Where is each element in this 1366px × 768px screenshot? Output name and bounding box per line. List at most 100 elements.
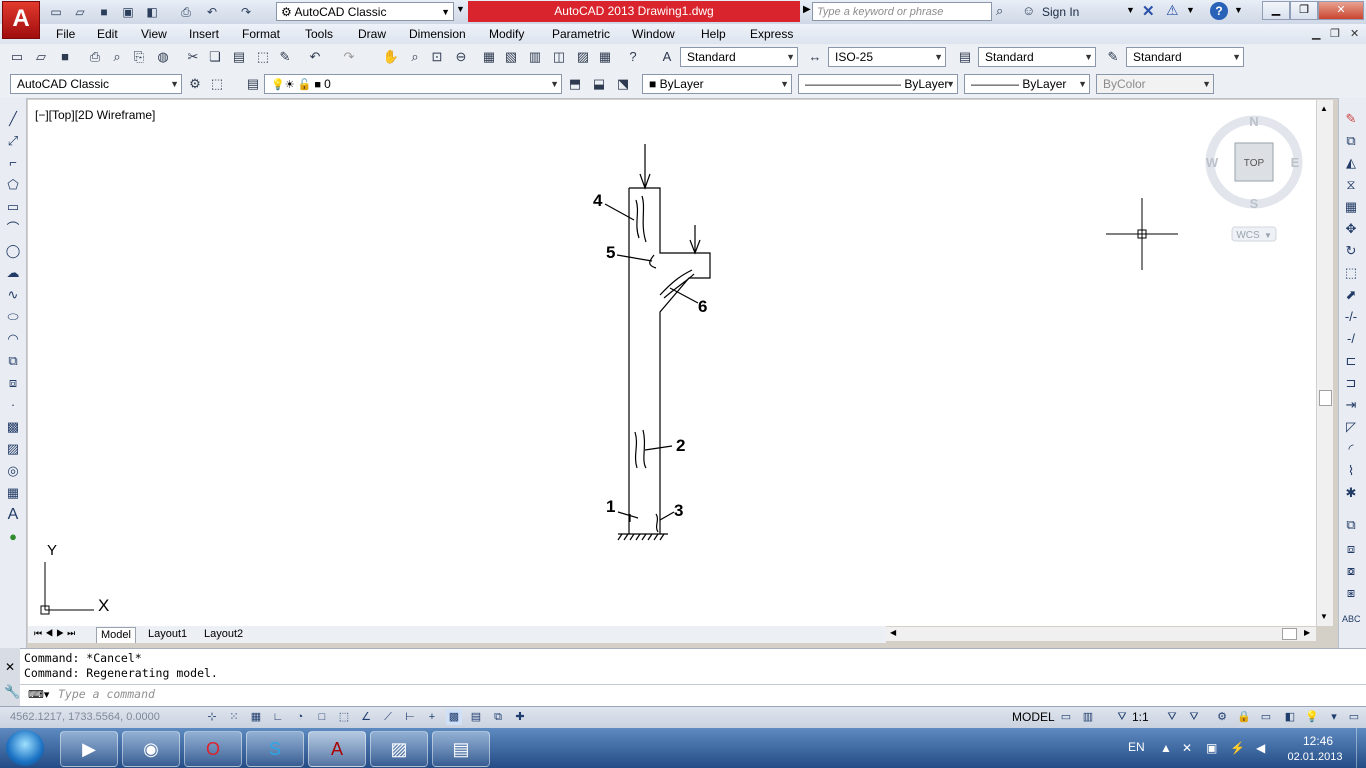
object-snap-tracking-icon[interactable]: ∠	[358, 709, 374, 725]
isolate-objects-icon[interactable]: ◧	[1282, 709, 1298, 725]
scroll-right-icon[interactable]: ▶	[1304, 628, 1310, 637]
make-block-icon[interactable]: ⧈	[4, 374, 22, 392]
save-file-icon[interactable]: ■	[56, 48, 74, 66]
window-app-icon[interactable]: ▤	[432, 731, 490, 767]
connect-chevron-icon[interactable]: ▼	[1186, 5, 1195, 15]
opera-icon[interactable]: O	[184, 731, 242, 767]
menu-express[interactable]: Express	[750, 26, 793, 42]
menu-help[interactable]: Help	[701, 26, 726, 42]
compass-south[interactable]: S	[1250, 196, 1259, 211]
markup-icon[interactable]: ▨	[574, 48, 592, 66]
close-button[interactable]: ✕	[1318, 1, 1364, 20]
polar-tracking-icon[interactable]: ◔	[292, 709, 308, 725]
viewcube[interactable]: TOP N S E W WCS ▼	[1198, 110, 1310, 250]
menu-draw[interactable]: Draw	[358, 26, 386, 42]
open-file-icon[interactable]: ▱	[32, 48, 50, 66]
qat-dropdown-icon[interactable]: ▼	[456, 4, 465, 14]
scroll-down-icon[interactable]: ▼	[1320, 612, 1328, 621]
media-player-icon[interactable]: ▶	[60, 731, 118, 767]
label-4[interactable]: 4	[593, 191, 603, 210]
auto-scale-icon[interactable]: ⛛	[1186, 709, 1202, 725]
polygon-icon[interactable]: ⬠	[4, 176, 22, 194]
sheet-set-icon[interactable]: ◫	[550, 48, 568, 66]
start-button[interactable]	[6, 730, 44, 766]
menu-window[interactable]: Window	[632, 26, 675, 42]
compass-west[interactable]: W	[1206, 155, 1219, 170]
compass-north[interactable]: N	[1249, 114, 1258, 129]
gradient-icon[interactable]: ▨	[4, 440, 22, 458]
vertical-scroll-thumb[interactable]	[1319, 390, 1332, 406]
linetype-select[interactable]: ———————— ByLayer ▼	[798, 74, 958, 94]
label-3[interactable]: 3	[674, 501, 683, 520]
offset-icon[interactable]: ⧖	[1342, 176, 1360, 194]
dimension-style-icon[interactable]: ↔	[806, 48, 824, 66]
qnew-icon[interactable]: ▭	[8, 48, 26, 66]
print-preview-icon[interactable]: ⌕	[108, 48, 126, 66]
lightbulb-icon[interactable]: 💡	[1304, 709, 1320, 725]
trim-icon[interactable]: -/-	[1342, 308, 1360, 326]
firefox-icon[interactable]: ◉	[122, 731, 180, 767]
layer-states-icon[interactable]: ⬔	[614, 75, 632, 93]
3d-print-icon[interactable]: ◍	[154, 48, 172, 66]
hatch-icon[interactable]: ▩	[4, 418, 22, 436]
tray-app-icon[interactable]: ▣	[1206, 741, 1217, 755]
volume-icon[interactable]: ◀	[1256, 741, 1265, 755]
menu-view[interactable]: View	[141, 26, 167, 42]
label-1[interactable]: 1	[606, 497, 615, 516]
polyline-icon[interactable]: ⌐	[4, 154, 22, 172]
workspace-switching-icon[interactable]: ⚙	[1214, 709, 1230, 725]
multileader-style-icon[interactable]: ✎	[1104, 48, 1122, 66]
dynamic-ucs-icon[interactable]: ⟋	[380, 709, 396, 725]
crack-6[interactable]	[659, 269, 695, 299]
extend-icon[interactable]: -/	[1342, 330, 1360, 348]
exchange-icon[interactable]: ✕	[1142, 2, 1155, 20]
scale-icon[interactable]: ⬚	[1342, 264, 1360, 282]
layer-properties-icon[interactable]: ▤	[244, 75, 262, 93]
sign-in-chevron-icon[interactable]: ▼	[1126, 5, 1135, 15]
properties-icon[interactable]: ▦	[480, 48, 498, 66]
publish-icon[interactable]: ⎘	[130, 48, 148, 66]
match-properties-icon[interactable]: ⬚	[254, 48, 272, 66]
spline-icon[interactable]: ∿	[4, 286, 22, 304]
zoom-previous-icon[interactable]: ⊖	[452, 48, 470, 66]
wrench-icon[interactable]: 🔧	[4, 684, 20, 700]
menu-format[interactable]: Format	[242, 26, 280, 42]
annotation-scale-icon[interactable]: ⛛	[1114, 709, 1130, 725]
fillet-icon[interactable]: ◜	[1342, 440, 1360, 458]
stay-connected-icon[interactable]: ⚠	[1166, 2, 1179, 19]
help-toolbar-icon[interactable]: ?	[624, 48, 642, 66]
add-selected-icon[interactable]: ●	[4, 528, 22, 546]
blend-curves-icon[interactable]: ⌇	[1342, 462, 1360, 480]
block-editor-icon[interactable]: ✎	[276, 48, 294, 66]
dimension-style-select[interactable]: ISO-25 ▼	[828, 47, 946, 67]
redo-icon[interactable]: ↷	[236, 3, 256, 22]
language-indicator[interactable]: EN	[1128, 740, 1145, 754]
abc-text-icon[interactable]: ABC	[1342, 610, 1361, 628]
column-outline-right[interactable]	[629, 187, 711, 534]
search-input[interactable]: Type a keyword or phrase	[812, 2, 992, 21]
draw-order-icon[interactable]: ⧉	[1342, 516, 1360, 534]
table-style-select[interactable]: Standard ▼	[978, 47, 1096, 67]
doc-restore-button[interactable]: ❐	[1330, 27, 1340, 40]
rotate-icon[interactable]: ↻	[1342, 242, 1360, 260]
explode-icon[interactable]: ✱	[1342, 484, 1360, 502]
copy-icon[interactable]: ❏	[206, 48, 224, 66]
break-at-point-icon[interactable]: ⊏	[1342, 352, 1360, 370]
revision-cloud-icon[interactable]: ☁	[4, 264, 22, 282]
menu-tools[interactable]: Tools	[305, 26, 333, 42]
design-center-icon[interactable]: ▧	[502, 48, 520, 66]
command-window-handle[interactable]: ✕ 🔧	[0, 648, 20, 706]
infer-constraints-icon[interactable]: ⊹	[204, 709, 220, 725]
crack-2[interactable]	[634, 429, 647, 469]
mirror-icon[interactable]: ◭	[1342, 154, 1360, 172]
show-desktop-button[interactable]	[1356, 728, 1366, 768]
clock-time[interactable]: 12:46	[1290, 734, 1346, 748]
send-to-back-icon[interactable]: ⧇	[1342, 562, 1360, 580]
hardware-acceleration-icon[interactable]: ▭	[1258, 709, 1274, 725]
layer-select[interactable]: 💡☀ 🔓 ■ 0 ▼	[264, 74, 562, 94]
chamfer-icon[interactable]: ◸	[1342, 418, 1360, 436]
menu-edit[interactable]: Edit	[97, 26, 118, 42]
coordinates-readout[interactable]: 4562.1217, 1733.5564, 0.0000	[10, 711, 160, 723]
plot-icon[interactable]: ⎙	[176, 3, 196, 22]
tab-model[interactable]: Model	[96, 627, 136, 643]
